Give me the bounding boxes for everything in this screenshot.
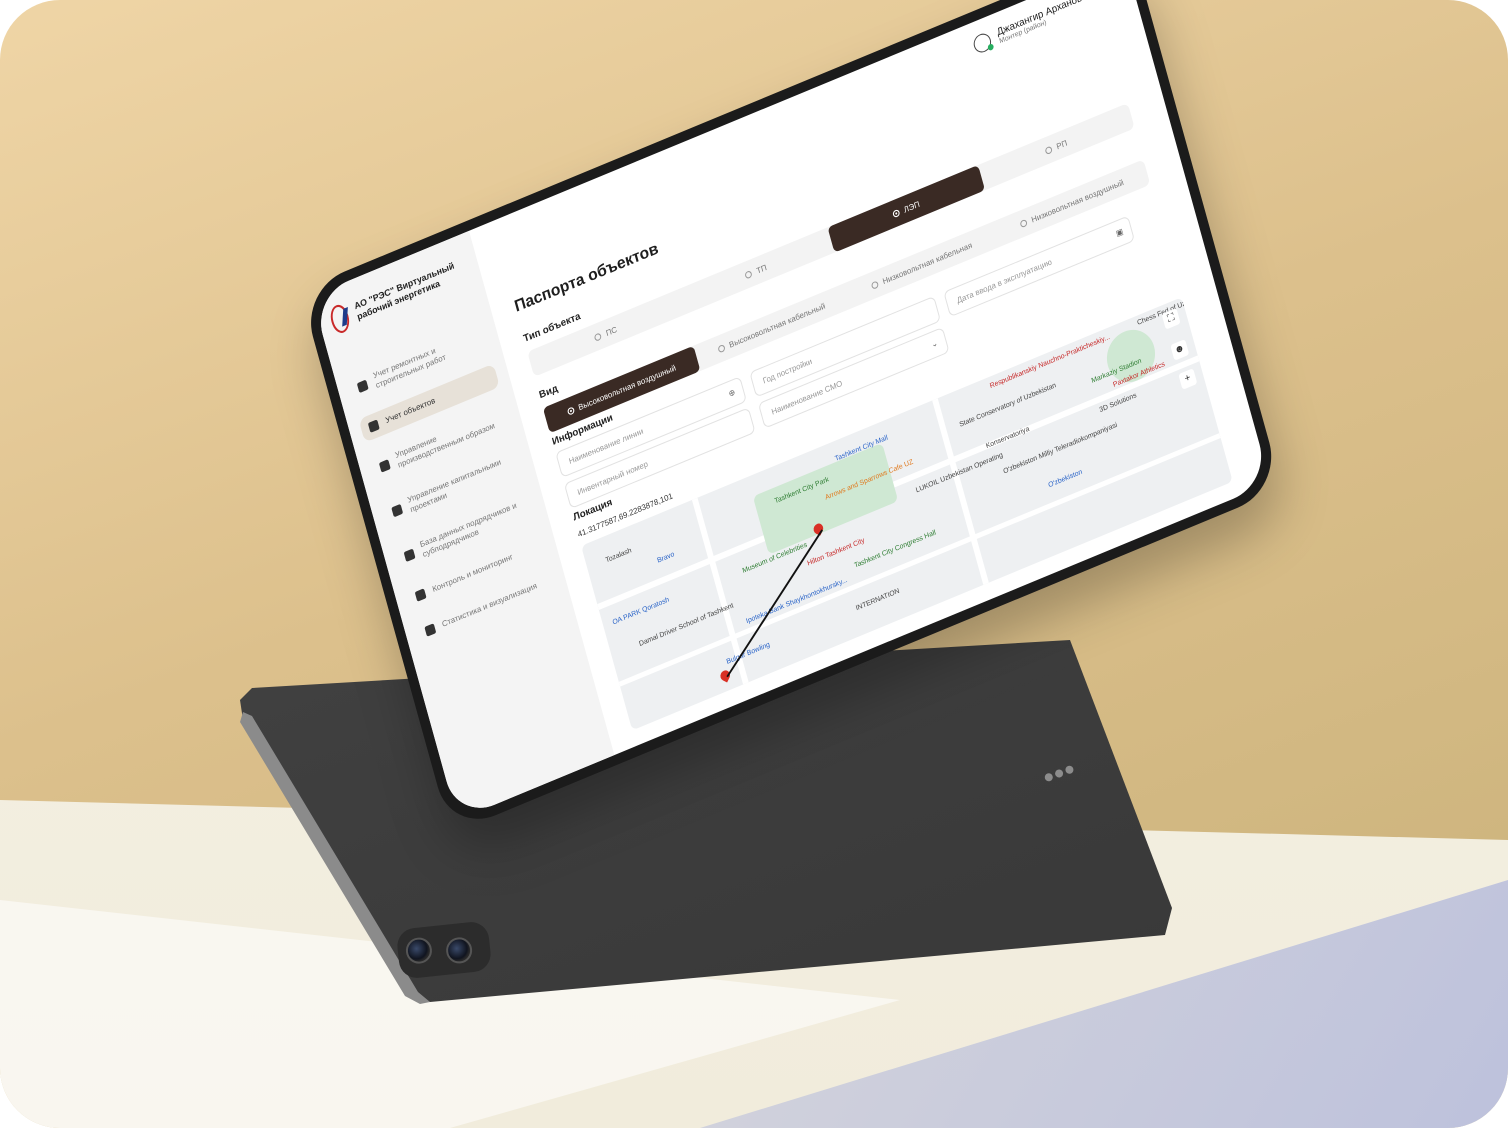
radio-selected-icon	[566, 405, 575, 416]
option-label: Низковольтная кабельная	[881, 240, 974, 286]
calendar-icon[interactable]: ▣	[1115, 227, 1124, 239]
radio-icon	[593, 331, 603, 342]
commission-date-placeholder: Дата ввода в эксплуатацию	[955, 257, 1053, 306]
folder-icon	[391, 503, 404, 518]
database-icon	[403, 548, 416, 563]
clipboard-icon	[378, 459, 391, 473]
map-place: INTERNATION	[855, 587, 901, 613]
option-label: ТП	[755, 262, 768, 276]
zoom-in-icon[interactable]: +	[1178, 368, 1198, 390]
lightning-logo-icon	[327, 301, 353, 336]
gear-icon	[356, 379, 369, 394]
kind-label: Вид	[538, 383, 560, 402]
option-label: Высоковольтная кабельный	[727, 300, 827, 350]
radio-icon	[870, 279, 879, 290]
chevron-down-icon[interactable]: ⌄	[1094, 0, 1105, 1]
map-place: Bravo	[656, 550, 676, 565]
camera-module	[395, 920, 493, 980]
plus-icon[interactable]: ⊕	[728, 387, 737, 398]
map-place: Tashkent City Congress Hall	[853, 529, 937, 570]
monitor-icon	[367, 419, 380, 433]
radio-icon	[717, 343, 726, 353]
sidebar-item-label: Учет объектов	[384, 395, 437, 426]
option-label: ЛЭП	[902, 199, 921, 215]
camera-lens-icon	[404, 936, 434, 965]
radio-selected-icon	[891, 208, 901, 218]
map-place: O'zbekiston	[1047, 468, 1084, 490]
option-label: РП	[1055, 137, 1069, 151]
chevron-down-icon[interactable]: ⌄	[930, 338, 939, 349]
map-place: Konservatoriya	[985, 425, 1031, 451]
user-icon	[971, 30, 994, 56]
option-label: ПС	[604, 324, 618, 338]
build-year-placeholder: Год постройки	[761, 356, 814, 386]
option-label: Низковольтная воздушный	[1030, 177, 1125, 225]
map-place: Tozalash	[604, 547, 633, 565]
backdrop: АО "РЭС" Виртуальный рабочий энергетика …	[0, 0, 1508, 1128]
radio-icon	[1044, 145, 1053, 155]
chart-icon	[414, 588, 427, 602]
street-view-icon[interactable]: ☻	[1170, 339, 1190, 361]
option-label: Высоковольтная воздушный	[577, 362, 677, 412]
radio-icon	[744, 269, 753, 279]
map-place: Ipoteka Bank Shaykhontokhursky...	[745, 576, 849, 626]
radio-icon	[1019, 218, 1028, 228]
stats-icon	[424, 623, 437, 637]
camera-lens-icon	[444, 936, 474, 965]
